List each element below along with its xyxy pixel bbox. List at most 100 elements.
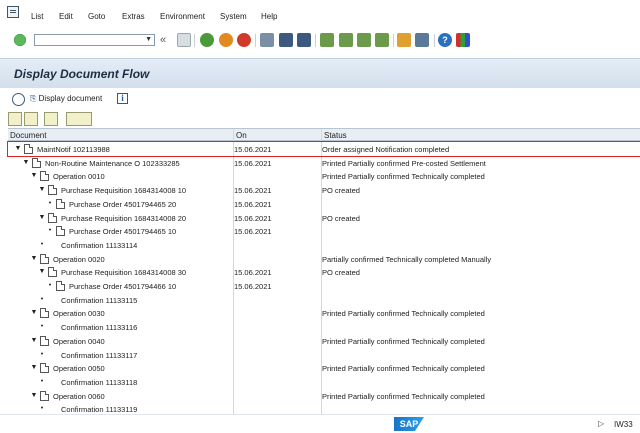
help-icon[interactable]: ?	[438, 33, 452, 47]
expand-node-icon[interactable]: ▼	[38, 186, 46, 193]
column-header-document[interactable]: Document	[10, 131, 46, 140]
column-header-on[interactable]: On	[236, 131, 247, 140]
leaf-node-icon: •	[48, 227, 52, 235]
expand-node-icon[interactable]: ▼	[38, 214, 46, 221]
tree-row[interactable]: • Purchase Order 4501794465 10 15.06.2021	[8, 224, 640, 238]
expand-node-icon[interactable]: ▼	[14, 145, 22, 152]
document-label[interactable]: Confirmation 11133119	[61, 405, 137, 414]
window-menu-icon[interactable]	[7, 6, 19, 18]
collapse-all-icon[interactable]	[24, 112, 38, 126]
expand-node-icon[interactable]: ▼	[30, 392, 38, 399]
leaf-node-icon: •	[40, 377, 44, 385]
menu-environment[interactable]: Environment	[160, 12, 205, 21]
back-icon[interactable]	[200, 33, 214, 47]
tree-row[interactable]: ▼ Operation 0050 Printed Partially confirm…	[8, 361, 640, 375]
document-label[interactable]: Operation 0010	[53, 172, 105, 181]
expand-node-icon[interactable]: ▼	[30, 255, 38, 262]
document-label[interactable]: Purchase Requisition 1684314008 30	[61, 268, 186, 277]
tree-row[interactable]: ▼ Operation 0010 Printed Partially confirm…	[8, 169, 640, 183]
document-icon	[48, 185, 57, 196]
document-label[interactable]: Operation 0040	[53, 337, 105, 346]
tree-row[interactable]: • Confirmation 11133114	[8, 238, 640, 252]
document-label[interactable]: Purchase Order 4501794465 10	[69, 227, 176, 236]
info-icon[interactable]: i	[117, 93, 128, 104]
expand-node-icon[interactable]: ▼	[30, 364, 38, 371]
tree-row[interactable]: ▼ Purchase Requisition 1684314008 10 15.06…	[8, 183, 640, 197]
play-icon[interactable]: ▷	[598, 419, 604, 428]
expand-node-icon[interactable]: ▼	[30, 172, 38, 179]
expand-node-icon[interactable]: ▼	[30, 337, 38, 344]
tree-row[interactable]: ▼ Operation 0040 Printed Partially confirm…	[8, 334, 640, 348]
print-tree-icon[interactable]	[66, 112, 92, 126]
history-icon[interactable]: «	[160, 33, 174, 47]
expand-node-icon[interactable]: ▼	[30, 309, 38, 316]
last-page-icon[interactable]	[375, 33, 389, 47]
tree-row[interactable]: • Confirmation 11133117	[8, 348, 640, 362]
tree-row[interactable]: • Purchase Order 4501794466 10 15.06.2021	[8, 279, 640, 293]
document-label[interactable]: Confirmation 11133114	[61, 241, 137, 250]
menu-goto[interactable]: Goto	[88, 12, 105, 21]
expand-node-icon[interactable]: ▼	[22, 159, 30, 166]
document-label[interactable]: Confirmation 11133117	[61, 351, 137, 360]
document-label[interactable]: Purchase Requisition 1684314008 10	[61, 186, 186, 195]
refresh-icon[interactable]	[12, 93, 25, 106]
status-cell: Printed Partially confirmed Technically …	[322, 309, 485, 319]
document-icon	[40, 308, 49, 319]
document-label[interactable]: Operation 0060	[53, 392, 105, 401]
tree-row[interactable]: ▼ Operation 0030 Printed Partially confirm…	[8, 306, 640, 320]
document-label[interactable]: Confirmation 11133115	[61, 296, 137, 305]
cancel-icon[interactable]	[237, 33, 251, 47]
command-input[interactable]	[35, 35, 143, 45]
menu-extras[interactable]: Extras	[122, 12, 145, 21]
document-label[interactable]: Confirmation 11133118	[61, 378, 137, 387]
command-field[interactable]: ▼	[34, 34, 155, 46]
expand-all-icon[interactable]	[8, 112, 22, 126]
print-icon[interactable]	[260, 33, 274, 47]
next-page-icon[interactable]	[357, 33, 371, 47]
tree-row[interactable]: ▼ MaintNotif 102113988 15.06.2021 Order ass…	[7, 141, 640, 157]
document-label[interactable]: Non-Routine Maintenance O 102333285	[45, 159, 180, 168]
leaf-node-icon: •	[40, 295, 44, 303]
save-icon[interactable]	[177, 33, 191, 47]
display-document-button[interactable]: ⎘ Display document	[30, 94, 102, 104]
leaf-node-icon: •	[40, 240, 44, 248]
create-session-icon[interactable]	[397, 33, 411, 47]
document-label[interactable]: Purchase Requisition 1684314008 20	[61, 214, 186, 223]
document-label[interactable]: Purchase Order 4501794466 10	[69, 282, 176, 291]
layout-icon[interactable]	[456, 33, 470, 47]
find-next-icon[interactable]	[297, 33, 311, 47]
date-cell: 15.06.2021	[234, 282, 272, 291]
tree-row[interactable]: • Confirmation 11133116	[8, 320, 640, 334]
chevron-down-icon[interactable]: ▼	[145, 36, 152, 43]
tree-row[interactable]: ▼ Purchase Requisition 1684314008 20 15.06…	[8, 211, 640, 225]
document-label[interactable]: MaintNotif 102113988	[37, 145, 110, 154]
menu-system[interactable]: System	[220, 12, 247, 21]
tree-row[interactable]: ▼ Purchase Requisition 1684314008 30 15.06…	[8, 265, 640, 279]
exit-icon[interactable]	[219, 33, 233, 47]
tree-row[interactable]: ▼ Operation 0020 Partially confirmed Techn…	[8, 252, 640, 266]
menu-help[interactable]: Help	[261, 12, 277, 21]
find-icon[interactable]	[279, 33, 293, 47]
tree-row[interactable]: ▼ Non-Routine Maintenance O 102333285 15.0…	[8, 156, 640, 170]
tree-row[interactable]: • Confirmation 11133115	[8, 293, 640, 307]
tree-row[interactable]: ▼ Operation 0060 Printed Partially confirm…	[8, 389, 640, 403]
column-header-status[interactable]: Status	[324, 131, 347, 140]
expand-node-icon[interactable]: ▼	[38, 268, 46, 275]
tree-row[interactable]: • Confirmation 11133118	[8, 375, 640, 389]
menu-list[interactable]: List	[31, 12, 43, 21]
toolbar-separator	[434, 34, 435, 47]
document-label[interactable]: Operation 0020	[53, 255, 105, 264]
document-label[interactable]: Operation 0030	[53, 309, 105, 318]
document-label[interactable]: Operation 0050	[53, 364, 105, 373]
document-label[interactable]: Purchase Order 4501794465 20	[69, 200, 176, 209]
first-page-icon[interactable]	[320, 33, 334, 47]
document-label[interactable]: Confirmation 11133116	[61, 323, 137, 332]
previous-page-icon[interactable]	[339, 33, 353, 47]
status-cell: Printed Partially confirmed Technically …	[322, 336, 485, 346]
find-in-tree-icon[interactable]	[44, 112, 58, 126]
tree-row[interactable]: • Purchase Order 4501794465 20 15.06.2021	[8, 197, 640, 211]
enter-icon[interactable]	[13, 33, 27, 47]
status-cell: Printed Partially confirmed Technically …	[322, 364, 485, 374]
shortcut-icon[interactable]	[415, 33, 429, 47]
menu-edit[interactable]: Edit	[59, 12, 73, 21]
